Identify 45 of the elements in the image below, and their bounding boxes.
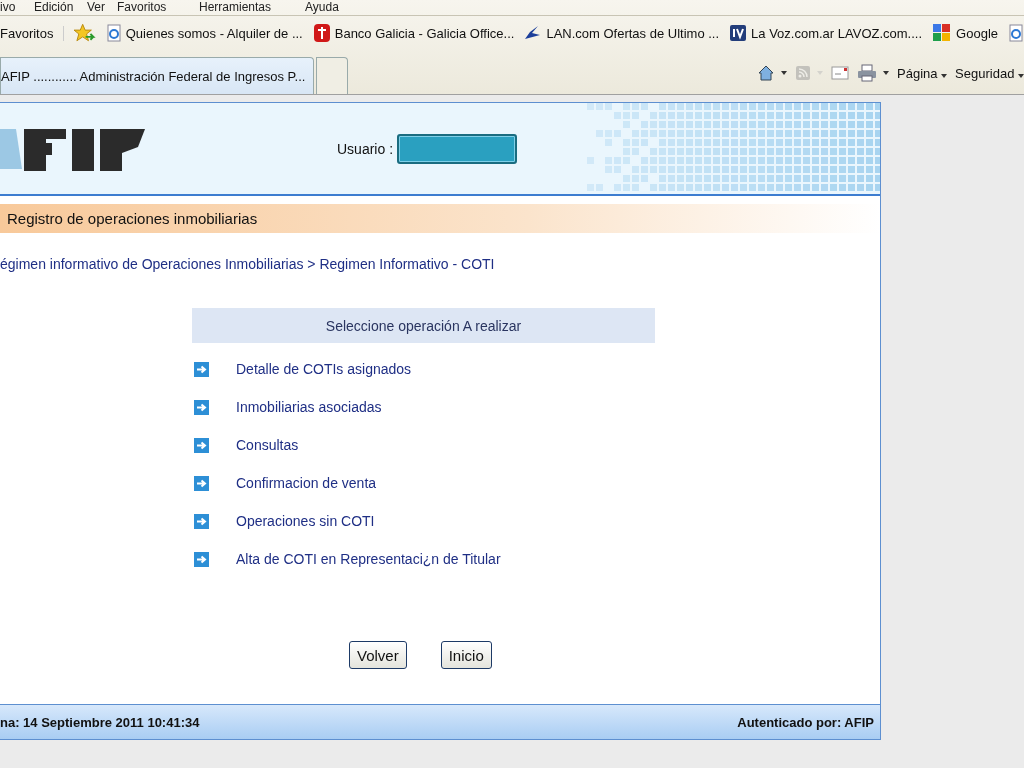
bookmark-link[interactable]: LAN.com Ofertas de Ultimo ...: [524, 25, 720, 41]
menu-item[interactable]: Favoritos: [117, 0, 167, 14]
date-text: na: 14 Septiembre 2011 10:41:34: [0, 714, 200, 730]
mail-icon: [831, 66, 849, 80]
operations-header: Seleccione operación A realizar: [192, 308, 655, 343]
caret-icon: [781, 71, 787, 75]
home-icon: [757, 64, 775, 82]
caret-icon: [1018, 73, 1024, 78]
operation-link[interactable]: Operaciones sin COTI: [236, 513, 375, 529]
operation-link[interactable]: Alta de COTI en Representaci¿n de Titular: [236, 551, 501, 567]
toolbar-menu[interactable]: Página: [897, 65, 948, 81]
menu-item[interactable]: Herramientas: [199, 0, 272, 14]
menu-item[interactable]: ivo: [0, 0, 16, 14]
square-logo-icon: [729, 24, 748, 42]
favorites-button[interactable]: Favoritos: [0, 25, 65, 41]
bookmark-link[interactable]: Quienes somos - Alquiler de ...: [105, 24, 303, 42]
toolbar-button[interactable]: [857, 64, 889, 82]
operation-link[interactable]: Inmobiliarias asociadas: [236, 399, 382, 415]
bookmark-link[interactable]: La Voz.com.ar LAVOZ.com....: [729, 24, 923, 42]
page-icon[interactable]: [1008, 24, 1024, 42]
auth-text: Autenticado por: AFIP: [737, 714, 874, 730]
bookmark-link[interactable]: Banco Galicia - Galicia Office...: [312, 23, 515, 43]
operation-link[interactable]: Confirmacion de venta: [236, 475, 377, 491]
caret-icon: [883, 71, 889, 75]
user-label: Usuario :: [337, 140, 394, 157]
star-icon: [74, 23, 96, 43]
menu-item[interactable]: Ver: [87, 0, 105, 14]
operation-link[interactable]: Detalle de COTIs asignados: [236, 361, 412, 377]
caret-icon: [941, 73, 948, 78]
toolbar-menu[interactable]: Seguridad: [955, 65, 1024, 81]
colored-squares-icon: [932, 23, 953, 43]
toolbar-button[interactable]: [757, 64, 787, 82]
breadcrumb: égimen informativo de Operaciones Inmobiliarias > Regimen Informativo - COTI: [0, 256, 496, 272]
browser-tab[interactable]: AFIP ............ Administración Federal de Ingresos P...: [0, 57, 315, 94]
menu-item[interactable]: Edición: [34, 0, 74, 14]
form-button[interactable]: Inicio: [440, 641, 492, 669]
form-button[interactable]: Volver: [349, 641, 407, 669]
page-icon: [105, 24, 122, 42]
bank-logo-icon: [312, 23, 331, 43]
menu-item[interactable]: Ayuda: [305, 0, 339, 14]
toolbar-button[interactable]: [831, 66, 849, 80]
printer-icon: [857, 64, 877, 82]
bookmark-link[interactable]: Google: [932, 23, 998, 43]
feed-icon: [795, 65, 811, 81]
operation-link[interactable]: Consultas: [236, 437, 299, 453]
